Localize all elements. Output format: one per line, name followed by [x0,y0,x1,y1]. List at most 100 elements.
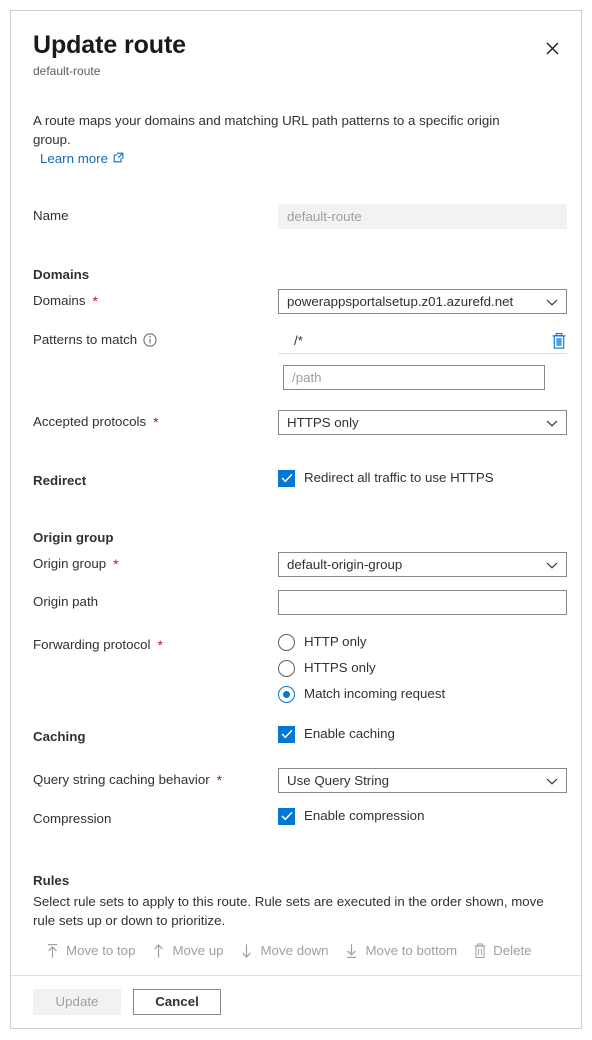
radio-circle [278,633,295,651]
label-name-text: Name [33,208,69,223]
radio-match-incoming-request-label: Match incoming request [304,686,446,701]
label-forwarding-protocol-text: Forwarding protocol [33,637,151,652]
pattern-input[interactable] [283,365,545,390]
domains-select-value: powerappsportalsetup.z01.azurefd.net [287,294,514,309]
field-row-patterns: Patterns to match /* [33,328,567,390]
query-string-caching-select[interactable]: Use Query String [278,768,567,793]
accepted-protocols-select[interactable]: HTTPS only [278,410,567,435]
delete-rule-button[interactable]: Delete [467,938,541,964]
move-down-label: Move down [260,943,329,958]
field-redirect: Redirect all traffic to use HTTPS [278,469,559,487]
label-caching-text: Caching [33,729,86,744]
field-row-origin-path: Origin path [33,590,567,615]
move-to-bottom-button[interactable]: Move to bottom [338,938,467,964]
label-query-string-caching: Query string caching behavior * [33,768,278,790]
checkbox-box [278,469,295,487]
move-up-button[interactable]: Move up [145,938,233,964]
panel-description: A route maps your domains and matching U… [11,111,556,168]
field-domains: powerappsportalsetup.z01.azurefd.net [278,289,567,314]
query-string-caching-value: Use Query String [287,773,389,788]
move-down-button[interactable]: Move down [233,938,338,964]
enable-compression-label: Enable compression [304,808,425,823]
label-origin-path: Origin path [33,590,278,612]
move-to-top-label: Move to top [66,943,136,958]
field-row-domains: Domains * powerappsportalsetup.z01.azure… [33,289,567,314]
external-link-icon [113,149,124,168]
chevron-down-icon [546,769,558,792]
field-forwarding-protocol: HTTP only HTTPS only Match incoming requ… [278,633,559,703]
label-accepted-protocols: Accepted protocols * [33,410,278,432]
arrow-down-icon [239,943,254,959]
update-route-panel: Update route default-route A route maps … [10,10,582,1029]
field-row-compression: Compression Enable compression [33,807,559,831]
checkbox-box [278,725,295,743]
required-marker: * [113,556,119,572]
field-accepted-protocols: HTTPS only [278,410,567,435]
move-to-bottom-label: Move to bottom [365,943,458,958]
field-row-caching: Caching Enable caching [33,725,559,749]
route-form: Name Domains Domains * powerappsportalse… [11,204,581,831]
arrow-up-icon [151,943,166,959]
chevron-down-icon [546,411,558,434]
field-row-redirect: Redirect Redirect all traffic to use HTT… [33,469,559,493]
info-icon[interactable] [143,333,157,347]
pattern-value: /* [294,333,303,348]
field-row-name: Name [33,204,567,229]
forwarding-protocol-radio-group: HTTP only HTTPS only Match incoming requ… [278,633,559,703]
required-marker: * [153,414,159,430]
field-name [278,204,567,229]
origin-path-input[interactable] [278,590,567,615]
field-row-origin-group: Origin group * default-origin-group [33,552,567,577]
label-compression-text: Compression [33,811,112,826]
move-to-top-icon [45,943,60,959]
radio-https-only-label: HTTPS only [304,660,376,675]
radio-http-only-label: HTTP only [304,634,367,649]
page-subtitle: default-route [33,64,101,78]
chevron-down-icon [546,553,558,576]
field-query-string-caching: Use Query String [278,768,567,793]
learn-more-link[interactable]: Learn more [40,149,124,168]
page-title: Update route [33,31,186,59]
field-row-forwarding-protocol: Forwarding protocol * HTTP only HTTPS on… [33,633,559,703]
enable-caching-label: Enable caching [304,726,395,741]
close-icon[interactable] [537,33,567,63]
label-patterns-text: Patterns to match [33,332,138,347]
description-text: A route maps your domains and matching U… [33,113,500,147]
label-origin-group: Origin group * [33,552,278,574]
radio-circle-selected [278,685,295,703]
rules-title: Rules [33,873,70,888]
rules-section: Rules Select rule sets to apply to this … [11,871,581,975]
panel-footer: Update Cancel [11,975,581,1028]
trash-icon [473,943,487,959]
cancel-button[interactable]: Cancel [133,989,221,1015]
delete-pattern-icon[interactable] [551,332,567,349]
update-button[interactable]: Update [33,989,121,1015]
domains-select[interactable]: powerappsportalsetup.z01.azurefd.net [278,289,567,314]
radio-https-only[interactable]: HTTPS only [278,659,559,677]
move-up-label: Move up [172,943,224,958]
rules-command-bar: Move to top Move up Move down Move to bo… [33,938,559,964]
label-name: Name [33,204,278,226]
field-origin-group: default-origin-group [278,552,567,577]
field-row-accepted-protocols: Accepted protocols * HTTPS only [33,410,567,435]
move-to-bottom-icon [344,943,359,959]
label-caching: Caching [33,725,278,747]
section-heading-origin-group: Origin group [33,530,114,545]
redirect-https-checkbox[interactable]: Redirect all traffic to use HTTPS [278,469,559,487]
radio-match-incoming-request[interactable]: Match incoming request [278,685,559,703]
panel-body: Update route default-route A route maps … [11,11,581,975]
label-domains: Domains * [33,289,278,311]
origin-group-select[interactable]: default-origin-group [278,552,567,577]
origin-group-value: default-origin-group [287,557,403,572]
label-query-string-caching-text: Query string caching behavior [33,772,210,787]
enable-compression-checkbox[interactable]: Enable compression [278,807,559,825]
radio-http-only[interactable]: HTTP only [278,633,559,651]
required-marker: * [157,637,163,653]
enable-caching-checkbox[interactable]: Enable caching [278,725,559,743]
name-input [278,204,567,229]
section-heading-domains: Domains [33,267,90,282]
move-to-top-button[interactable]: Move to top [39,938,145,964]
label-accepted-protocols-text: Accepted protocols [33,414,147,429]
label-forwarding-protocol: Forwarding protocol * [33,633,278,655]
label-origin-group-text: Origin group [33,556,107,571]
